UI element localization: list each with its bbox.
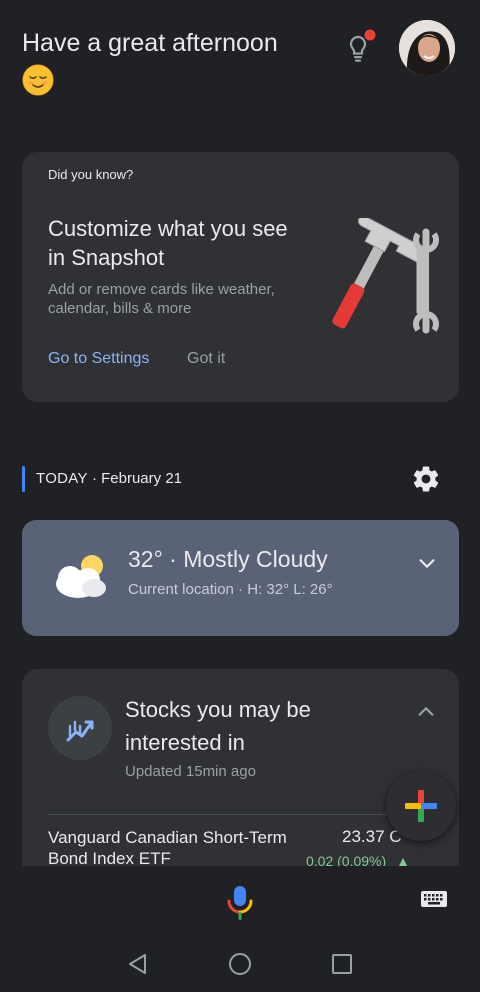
mic-icon[interactable] — [226, 884, 254, 922]
card-description: Add or remove cards like weather, calend… — [48, 281, 275, 317]
gear-icon[interactable] — [411, 464, 441, 494]
recents-icon[interactable] — [331, 953, 353, 975]
lightbulb-notification-icon[interactable] — [340, 28, 378, 66]
did-you-know-card: Did you know? Customize what you see in … — [22, 152, 459, 402]
weather-details: Current location · H: 32° L: 26° — [128, 581, 333, 598]
partly-cloudy-icon — [56, 555, 106, 598]
divider — [48, 814, 434, 815]
today-date: · February 21 — [87, 470, 183, 487]
stock-chart-icon — [66, 720, 94, 742]
bottom-bar — [0, 866, 480, 992]
today-accent-bar — [22, 466, 25, 492]
stock-name[interactable]: Vanguard Canadian Short-Term Bond Index … — [48, 827, 328, 869]
stocks-title: Stocks you may be interested in — [125, 697, 311, 755]
user-avatar-image — [399, 20, 455, 76]
got-it-button[interactable]: Got it — [187, 350, 225, 368]
stock-price: 23.37 C — [342, 827, 402, 846]
keyboard-icon[interactable] — [420, 890, 448, 908]
stocks-updated-time: Updated 15min ago — [125, 763, 256, 780]
chevron-up-icon[interactable] — [415, 701, 437, 723]
stocks-icon-container — [48, 696, 112, 760]
greeting-text: Have a great afternoon — [22, 29, 278, 57]
back-icon[interactable] — [126, 952, 150, 976]
go-to-settings-button[interactable]: Go to Settings — [48, 350, 149, 368]
home-icon[interactable] — [228, 952, 252, 976]
google-plus-icon — [405, 790, 437, 822]
today-heading: TODAY · February 21 — [36, 470, 182, 487]
relieved-face-icon — [22, 64, 54, 96]
card-eyebrow: Did you know? — [48, 167, 134, 182]
weather-card[interactable]: 32° · Mostly Cloudy Current location · H… — [22, 520, 459, 636]
hammer-wrench-icon — [332, 218, 439, 334]
card-title: Customize what you see in Snapshot — [48, 216, 288, 270]
today-label: TODAY — [36, 470, 88, 487]
chevron-down-icon[interactable] — [416, 552, 438, 574]
add-card-button[interactable] — [386, 771, 456, 841]
avatar[interactable] — [399, 20, 455, 76]
weather-summary: 32° · Mostly Cloudy — [128, 546, 328, 572]
